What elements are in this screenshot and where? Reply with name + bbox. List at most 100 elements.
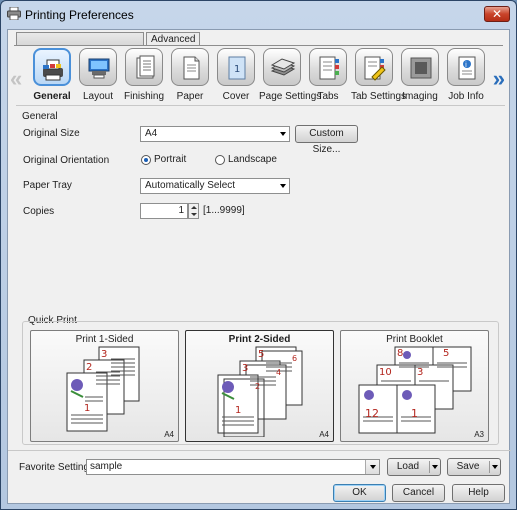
title-bar: Printing Preferences ✕ bbox=[1, 1, 516, 27]
favorite-setting-combo[interactable]: sample bbox=[86, 459, 380, 475]
tool-layout[interactable]: Layout bbox=[75, 48, 121, 102]
chevron-down-icon bbox=[280, 184, 286, 188]
quick-print-group: Print 1-Sided 3 2 1 A4 Print 2-Sided 5 6… bbox=[22, 321, 499, 445]
landscape-label: Landscape bbox=[228, 154, 277, 165]
paper-tray-label: Paper Tray bbox=[23, 180, 72, 191]
paper-tray-select[interactable]: Automatically Select bbox=[140, 178, 290, 194]
copies-range: [1...9999] bbox=[203, 205, 245, 216]
page-number-b-5: 5 bbox=[443, 348, 449, 359]
save-label: Save bbox=[456, 461, 480, 472]
tool-job-info[interactable]: i Job Info bbox=[443, 48, 489, 102]
paper-tray-value: Automatically Select bbox=[145, 180, 236, 191]
tool-label-page-settings: Page Settings bbox=[259, 91, 322, 102]
save-menu-chevron-icon[interactable] bbox=[489, 461, 499, 473]
svg-text:1: 1 bbox=[234, 64, 240, 75]
tool-label-general: General bbox=[33, 91, 71, 102]
two-sided-pages-icon: 5 6 3 4 1 2 bbox=[217, 346, 303, 437]
tab-printer-settings[interactable] bbox=[16, 32, 144, 46]
page-number-2s-6: 6 bbox=[292, 354, 297, 363]
original-size-value: A4 bbox=[145, 128, 158, 139]
printing-preferences-window: Printing Preferences ✕ Advanced « » Gene… bbox=[0, 0, 517, 510]
tool-label-paper: Paper bbox=[176, 91, 204, 102]
print-1-sided-card[interactable]: Print 1-Sided 3 2 1 A4 bbox=[30, 330, 179, 442]
print-booklet-size: A3 bbox=[474, 430, 484, 439]
help-button[interactable]: Help bbox=[452, 484, 505, 502]
print-2-sided-size: A4 bbox=[319, 430, 329, 439]
scroll-left-icon[interactable]: « bbox=[10, 66, 22, 92]
copies-input[interactable]: 1 bbox=[140, 203, 188, 219]
tool-label-job-info: Job Info bbox=[448, 91, 484, 102]
print-2-sided-card[interactable]: Print 2-Sided 5 6 3 4 1 2 A4 bbox=[185, 330, 334, 442]
load-menu-chevron-icon[interactable] bbox=[429, 461, 439, 473]
tool-finishing[interactable]: Finishing bbox=[121, 48, 167, 102]
one-sided-pages-icon: 3 2 1 bbox=[66, 346, 140, 432]
dialog-client: Advanced « » General Layout Finishing Pa… bbox=[7, 29, 511, 504]
page-number-1s-2: 2 bbox=[86, 362, 92, 373]
print-1-sided-size: A4 bbox=[164, 430, 174, 439]
paper-icon bbox=[183, 56, 200, 80]
landscape-radio[interactable] bbox=[215, 155, 225, 165]
print-2-sided-title: Print 2-Sided bbox=[228, 334, 291, 345]
page-number-b-12: 12 bbox=[365, 407, 379, 420]
page-number-2s-5: 5 bbox=[258, 349, 264, 360]
original-size-select[interactable]: A4 bbox=[140, 126, 290, 142]
page-number-1s-1: 1 bbox=[84, 403, 90, 414]
tool-label-tabs: Tabs bbox=[317, 91, 339, 102]
chevron-down-icon[interactable] bbox=[365, 460, 379, 474]
load-button[interactable]: Load bbox=[387, 458, 441, 476]
tool-general[interactable]: General bbox=[29, 48, 75, 102]
page-number-b-3: 3 bbox=[417, 367, 423, 378]
spin-up-icon[interactable] bbox=[191, 206, 197, 209]
booklet-pages-icon: 8 5 10 3 12 1 bbox=[358, 346, 472, 434]
print-booklet-title: Print Booklet bbox=[386, 334, 443, 345]
custom-size-button[interactable]: Custom Size... bbox=[295, 125, 358, 155]
spin-down-icon[interactable] bbox=[191, 213, 197, 216]
footer-separator bbox=[8, 450, 511, 451]
tool-label-layout: Layout bbox=[82, 91, 114, 102]
cover-icon: 1 bbox=[228, 56, 246, 80]
tool-label-cover: Cover bbox=[222, 91, 250, 102]
window-title: Printing Preferences bbox=[25, 8, 134, 22]
tool-page-settings[interactable]: Page Settings bbox=[259, 48, 322, 102]
copies-spinner[interactable] bbox=[188, 203, 199, 219]
finishing-icon bbox=[136, 55, 155, 79]
tool-cover[interactable]: 1 Cover bbox=[213, 48, 259, 102]
printer-general-icon bbox=[43, 59, 63, 81]
general-section-label: General bbox=[22, 111, 58, 122]
favorite-setting-label: Favorite Setting bbox=[19, 462, 90, 473]
copies-label: Copies bbox=[23, 206, 55, 217]
tab-settings-icon bbox=[364, 56, 386, 81]
close-button[interactable]: ✕ bbox=[484, 6, 510, 22]
ok-button[interactable]: OK bbox=[333, 484, 386, 502]
chevron-down-icon bbox=[280, 132, 286, 136]
print-booklet-card[interactable]: Print Booklet 8 5 10 3 12 1 A3 bbox=[340, 330, 489, 442]
page-number-2s-1: 1 bbox=[235, 405, 241, 416]
tool-paper[interactable]: Paper bbox=[167, 48, 213, 102]
tool-label-finishing: Finishing bbox=[123, 91, 165, 102]
tool-imaging[interactable]: Imaging bbox=[397, 48, 443, 102]
tool-label-tab-settings: Tab Settings bbox=[351, 91, 407, 102]
tool-tab-settings[interactable]: Tab Settings bbox=[351, 48, 407, 102]
scroll-right-icon[interactable]: » bbox=[493, 66, 505, 92]
favorite-setting-value: sample bbox=[90, 461, 123, 472]
tab-advanced[interactable]: Advanced bbox=[146, 32, 201, 46]
tab-divider bbox=[14, 45, 503, 46]
job-info-icon: i bbox=[458, 56, 476, 80]
cancel-button[interactable]: Cancel bbox=[392, 484, 445, 502]
original-orientation-label: Original Orientation bbox=[23, 155, 110, 166]
tabs-icon bbox=[319, 56, 339, 80]
original-size-label: Original Size bbox=[23, 128, 80, 139]
page-number-2s-4: 4 bbox=[276, 368, 281, 377]
page-number-b-1: 1 bbox=[411, 407, 418, 420]
toolbar-separator bbox=[16, 105, 505, 106]
portrait-label: Portrait bbox=[154, 154, 187, 165]
printer-icon bbox=[7, 7, 21, 20]
save-button[interactable]: Save bbox=[447, 458, 501, 476]
portrait-radio[interactable] bbox=[141, 155, 151, 165]
tool-tabs[interactable]: Tabs bbox=[305, 48, 351, 102]
layout-icon bbox=[88, 58, 110, 79]
svg-text:i: i bbox=[465, 61, 467, 69]
tool-label-imaging: Imaging bbox=[402, 91, 438, 102]
print-1-sided-title: Print 1-Sided bbox=[75, 334, 134, 345]
page-number-2s-2: 2 bbox=[255, 382, 260, 391]
